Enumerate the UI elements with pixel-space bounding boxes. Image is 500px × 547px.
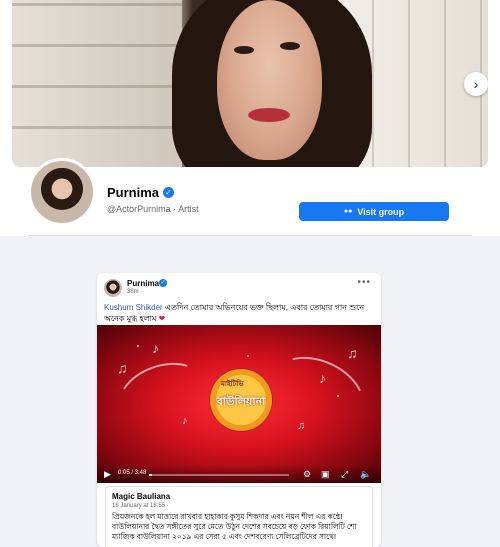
sparkle — [337, 395, 339, 397]
video-decoration-swirl-right — [256, 342, 378, 448]
music-note-icon: ♪ — [182, 415, 188, 427]
chevron-right-icon: › — [473, 76, 479, 92]
visit-group-button[interactable]: ●● Visit group — [299, 202, 449, 221]
cover-subject-face — [217, 0, 322, 160]
post-verified-icon: ✓ — [159, 279, 167, 287]
video-player[interactable]: ♫ ♪ ♫ ♪ ♪ ♫ মাইটিভি বাউলিয়ানা ▶ 0:05 / … — [97, 325, 381, 483]
page: › Purnima ✓ @ActorPurnima · Artist ●● Vi… — [0, 0, 500, 547]
settings-icon[interactable]: ⚙ — [303, 468, 311, 480]
post-card: Purnima ✓ 38m · ••• Kushum Shikder এতদিন… — [97, 273, 381, 547]
link-preview[interactable]: Magic Bauliana 18 January at 18:55 · প্র… — [105, 486, 373, 547]
post-mention-link[interactable]: Kushum Shikder — [104, 303, 163, 312]
group-icon: ●● — [343, 208, 353, 215]
post-author-avatar[interactable] — [104, 279, 122, 297]
profile-name[interactable]: Purnima — [107, 185, 159, 200]
sparkle — [137, 345, 139, 347]
play-icon[interactable]: ▶ — [104, 468, 111, 480]
music-note-icon: ♫ — [347, 345, 358, 361]
heart-emoji-icon: ❤ — [158, 314, 166, 323]
link-date: 18 January at 18:55 · — [112, 503, 169, 509]
cover-background-left — [12, 0, 182, 167]
post-text: Kushum Shikder এতদিন তোমার অভিনয়ের ভক্ত… — [104, 302, 374, 324]
cover-lips — [248, 108, 290, 122]
sparkle — [247, 355, 249, 357]
cover-eye-right — [280, 42, 300, 50]
volume-icon[interactable]: 🔈 — [360, 468, 371, 480]
video-progress-fill — [149, 474, 152, 476]
show-logo-channel: মাইটিভি — [221, 381, 244, 388]
post-timestamp[interactable]: 38m · — [127, 289, 142, 295]
cover-eye-left — [234, 46, 254, 54]
link-description: প্রিয়জনকে হল মাত্তারে রাখবার হাহাকার কু… — [112, 512, 357, 541]
profile-avatar[interactable] — [28, 158, 96, 226]
fullscreen-icon[interactable]: ⤢ — [341, 468, 348, 480]
verified-badge-icon: ✓ — [163, 187, 174, 198]
show-logo-title: বাউলিয়ানা — [216, 396, 266, 408]
video-time: 0:05 / 3:48 — [118, 470, 147, 476]
music-note-icon: ♪ — [319, 370, 326, 386]
music-note-icon: ♫ — [117, 360, 128, 376]
link-title[interactable]: Magic Bauliana — [112, 492, 170, 501]
music-note-icon: ♫ — [297, 420, 306, 432]
profile-handle-category: @ActorPurnima · Artist — [107, 204, 199, 214]
post-author-name[interactable]: Purnima — [127, 279, 159, 288]
picture-in-picture-icon[interactable]: ▣ — [321, 468, 330, 480]
post-more-options-icon[interactable]: ••• — [357, 277, 371, 288]
cover-photo[interactable]: › — [12, 0, 488, 167]
video-controls: ▶ 0:05 / 3:48 ⚙ ▣ ⤢ 🔈 — [97, 465, 381, 483]
visit-group-label: Visit group — [357, 206, 405, 217]
next-photo-button[interactable]: › — [464, 72, 488, 96]
music-note-icon: ♪ — [152, 340, 159, 356]
video-progress-bar[interactable] — [149, 474, 289, 476]
